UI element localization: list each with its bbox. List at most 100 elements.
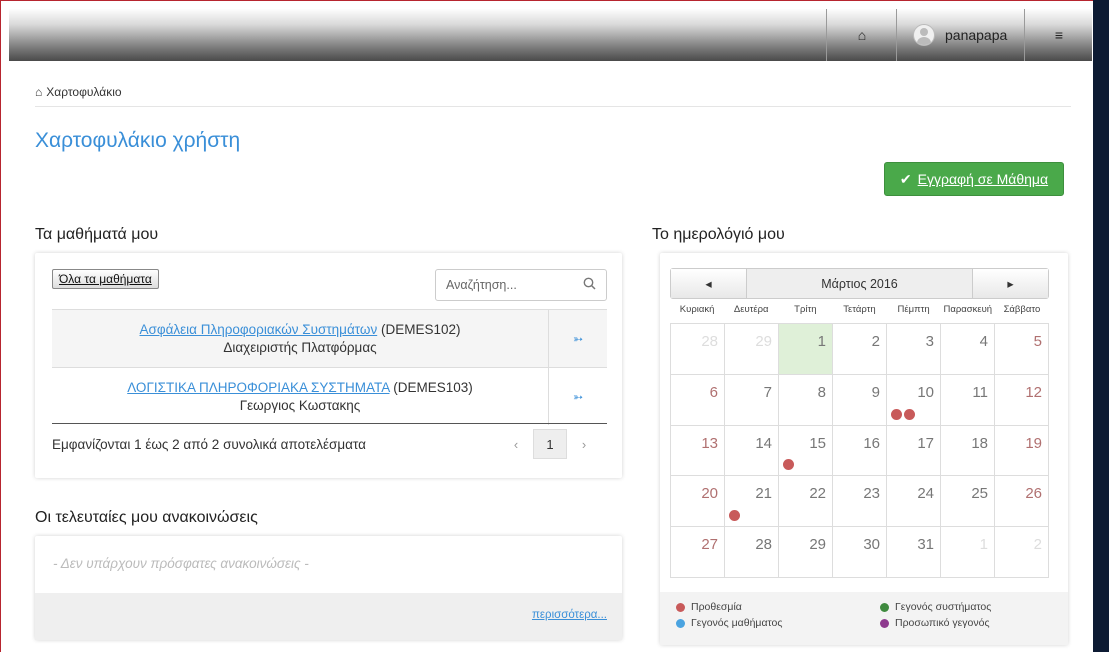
- caret-left-icon: ◂: [705, 277, 712, 291]
- calendar-prev-button[interactable]: ◂: [671, 269, 747, 298]
- day-number: 28: [755, 536, 772, 554]
- calendar-day[interactable]: 12: [995, 374, 1049, 426]
- course-link[interactable]: ΛΟΓΙΣΤΙΚΑ ΠΛΗΡΟΦΟΡΙΑΚΑ ΣΥΣΤΗΜΑΤΑ: [127, 380, 389, 395]
- calendar-day[interactable]: 20: [671, 476, 725, 528]
- calendar-day[interactable]: 22: [779, 476, 833, 528]
- legend-label: Γεγονός συστήματος: [895, 601, 992, 613]
- calendar-day[interactable]: 10: [887, 374, 941, 426]
- deadline-event-dot[interactable]: [729, 510, 740, 522]
- enroll-course-button[interactable]: ✔ Εγγραφή σε Μάθημα: [884, 162, 1064, 196]
- deadline-event-dot[interactable]: [904, 408, 915, 420]
- day-number: 7: [763, 383, 772, 401]
- home-button[interactable]: ⌂: [826, 9, 897, 61]
- day-number: 30: [863, 536, 880, 554]
- deadline-event-dot[interactable]: [783, 459, 794, 471]
- course-link[interactable]: Ασφάλεια Πληροφοριακών Συστημάτων: [140, 322, 378, 337]
- calendar-day[interactable]: 6: [671, 374, 725, 426]
- unregister-button[interactable]: ➳: [549, 368, 607, 425]
- course-code: (DEMES102): [380, 322, 461, 337]
- divider: [52, 423, 607, 424]
- calendar-day[interactable]: 18: [941, 425, 995, 477]
- day-number: 31: [917, 536, 934, 554]
- day-number: 22: [809, 485, 826, 503]
- calendar-next-button[interactable]: ▸: [972, 269, 1048, 298]
- day-number: 27: [701, 536, 718, 554]
- calendar-day[interactable]: 5: [995, 324, 1049, 375]
- deadline-event-dot[interactable]: [891, 408, 902, 420]
- calendar-day[interactable]: 29: [725, 324, 779, 375]
- calendar-day[interactable]: 2: [833, 324, 887, 375]
- calendar-day[interactable]: 14: [725, 425, 779, 477]
- calendar-day[interactable]: 9: [833, 374, 887, 426]
- day-number: 6: [709, 383, 718, 401]
- calendar-day[interactable]: 4: [941, 324, 995, 375]
- day-number: 20: [701, 485, 718, 503]
- background-strip: [1093, 0, 1109, 652]
- sign-out-icon: ➳: [572, 331, 584, 346]
- caret-right-icon: ▸: [1007, 277, 1014, 291]
- calendar-heading: Το ημερολόγιό μου: [652, 226, 785, 243]
- more-link[interactable]: περισσότερα...: [532, 609, 607, 621]
- day-number: 12: [1025, 383, 1042, 401]
- calendar-day[interactable]: 29: [779, 527, 833, 578]
- calendar-day[interactable]: 13: [671, 425, 725, 477]
- announcements-panel: - Δεν υπάρχουν πρόσφατες ανακοινώσεις - …: [35, 536, 622, 640]
- calendar-day[interactable]: 28: [671, 324, 725, 375]
- calendar-day[interactable]: 26: [995, 476, 1049, 528]
- calendar-day[interactable]: 25: [941, 476, 995, 528]
- sign-out-icon: ➳: [572, 389, 584, 404]
- calendar-day[interactable]: 1: [941, 527, 995, 578]
- calendar-day[interactable]: 17: [887, 425, 941, 477]
- calendar-day[interactable]: 3: [887, 324, 941, 375]
- user-menu[interactable]: panapapa: [896, 9, 1024, 61]
- weekday-label: Δευτέρα: [733, 304, 769, 315]
- calendar-day[interactable]: 24: [887, 476, 941, 528]
- course-cell: Ασφάλεια Πληροφοριακών Συστημάτων (DEMES…: [52, 310, 549, 367]
- unregister-button[interactable]: ➳: [549, 310, 607, 367]
- day-number: 3: [925, 333, 934, 350]
- calendar-day[interactable]: 28: [725, 527, 779, 578]
- calendar-day[interactable]: 21: [725, 476, 779, 528]
- pager-prev[interactable]: ‹: [499, 429, 533, 459]
- calendar-day[interactable]: 8: [779, 374, 833, 426]
- username: panapapa: [945, 27, 1008, 43]
- legend-item: Γεγονός συστήματος: [880, 601, 991, 613]
- day-number: 18: [971, 434, 988, 452]
- calendar-day[interactable]: 1: [779, 324, 833, 375]
- calendar-day[interactable]: 2: [995, 527, 1049, 578]
- calendar-month: Μάρτιος 2016: [821, 276, 898, 291]
- calendar-day[interactable]: 23: [833, 476, 887, 528]
- all-courses-label: Όλα τα μαθήματα: [59, 272, 152, 286]
- top-navbar: ⌂ panapapa ≡: [9, 9, 1092, 61]
- calendar-day[interactable]: 11: [941, 374, 995, 426]
- calendar-day[interactable]: 7: [725, 374, 779, 426]
- legend-item: Προσωπικό γεγονός: [880, 617, 990, 629]
- day-number: 4: [979, 333, 988, 350]
- search-input[interactable]: Αναζήτηση...: [435, 269, 607, 301]
- breadcrumb: ⌂ Χαρτοφυλάκιο: [35, 85, 122, 99]
- legend-item: Προθεσμία: [676, 601, 742, 613]
- calendar-day[interactable]: 31: [887, 527, 941, 578]
- pager-next[interactable]: ›: [567, 429, 601, 459]
- check-icon: ✔: [899, 170, 912, 187]
- calendar-day[interactable]: 30: [833, 527, 887, 578]
- app-frame: ⌂ panapapa ≡ ⌂ Χαρτοφυλάκιο Χαρτοφυλάκιο…: [0, 0, 1093, 652]
- calendar-day[interactable]: 16: [833, 425, 887, 477]
- home-icon: ⌂: [35, 85, 43, 99]
- calendar-day[interactable]: 27: [671, 527, 725, 578]
- announcements-heading: Οι τελευταίες μου ανακοινώσεις: [35, 509, 258, 526]
- calendar-day[interactable]: 15: [779, 425, 833, 477]
- courses-table: Ασφάλεια Πληροφοριακών Συστημάτων (DEMES…: [52, 309, 607, 425]
- all-courses-button[interactable]: Όλα τα μαθήματα: [52, 269, 159, 289]
- legend-label: Γεγονός μαθήματος: [691, 617, 783, 629]
- legend-dot-icon: [880, 618, 889, 628]
- settings-button[interactable]: ≡: [1024, 9, 1093, 61]
- legend-label: Προθεσμία: [691, 601, 742, 613]
- announcements-footer: περισσότερα...: [35, 593, 622, 640]
- calendar-day[interactable]: 19: [995, 425, 1049, 477]
- day-number: 2: [871, 333, 880, 350]
- home-icon: ⌂: [857, 27, 867, 43]
- breadcrumb-item[interactable]: Χαρτοφυλάκιο: [46, 85, 121, 99]
- legend-item: Γεγονός μαθήματος: [676, 617, 782, 629]
- pager-page[interactable]: 1: [533, 429, 567, 459]
